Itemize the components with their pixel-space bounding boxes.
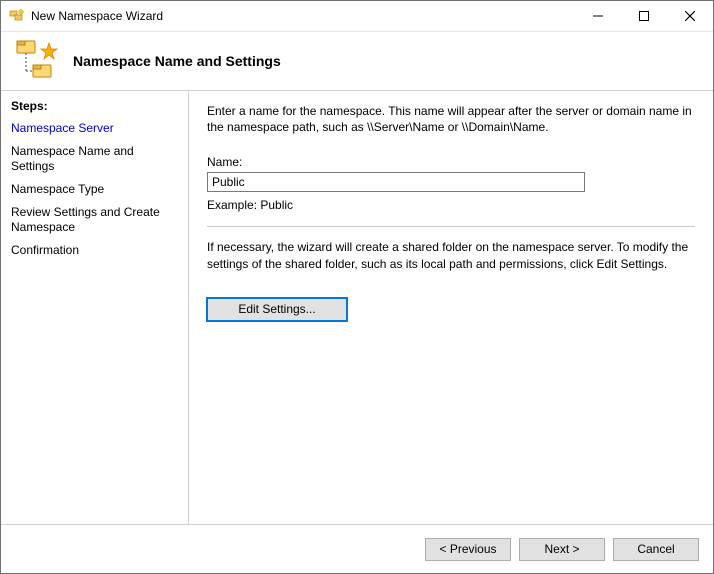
intro-text: Enter a name for the namespace. This nam… bbox=[207, 103, 695, 135]
edit-settings-button[interactable]: Edit Settings... bbox=[207, 298, 347, 321]
step-namespace-name-settings[interactable]: Namespace Name and Settings bbox=[11, 144, 178, 174]
steps-sidebar: Steps: Namespace Server Namespace Name a… bbox=[1, 91, 189, 524]
example-text: Example: Public bbox=[207, 198, 695, 212]
window-controls bbox=[575, 1, 713, 31]
step-label: Namespace Server bbox=[11, 121, 114, 135]
wizard-window: New Namespace Wizard bbox=[0, 0, 714, 574]
wizard-content: Enter a name for the namespace. This nam… bbox=[189, 91, 713, 524]
wizard-banner-icon bbox=[11, 37, 59, 85]
steps-heading: Steps: bbox=[11, 99, 178, 113]
step-label: Namespace Type bbox=[11, 182, 104, 196]
wizard-body: Steps: Namespace Server Namespace Name a… bbox=[1, 91, 713, 524]
step-confirmation[interactable]: Confirmation bbox=[11, 243, 178, 258]
banner-title: Namespace Name and Settings bbox=[73, 53, 281, 69]
wizard-footer: < Previous Next > Cancel bbox=[1, 524, 713, 573]
titlebar: New Namespace Wizard bbox=[1, 1, 713, 32]
step-label: Namespace Name and Settings bbox=[11, 144, 134, 173]
maximize-button[interactable] bbox=[621, 1, 667, 31]
step-namespace-server[interactable]: Namespace Server bbox=[11, 121, 178, 136]
step-review-create[interactable]: Review Settings and Create Namespace bbox=[11, 205, 178, 235]
close-button[interactable] bbox=[667, 1, 713, 31]
shared-folder-info: If necessary, the wizard will create a s… bbox=[207, 239, 695, 271]
cancel-button[interactable]: Cancel bbox=[613, 538, 699, 561]
previous-button[interactable]: < Previous bbox=[425, 538, 511, 561]
next-button[interactable]: Next > bbox=[519, 538, 605, 561]
step-namespace-type[interactable]: Namespace Type bbox=[11, 182, 178, 197]
step-label: Confirmation bbox=[11, 243, 79, 257]
divider bbox=[207, 226, 695, 227]
wizard-banner: Namespace Name and Settings bbox=[1, 32, 713, 91]
name-label: Name: bbox=[207, 155, 695, 169]
minimize-button[interactable] bbox=[575, 1, 621, 31]
step-label: Review Settings and Create Namespace bbox=[11, 205, 160, 234]
namespace-name-input[interactable] bbox=[207, 172, 585, 192]
app-icon bbox=[9, 8, 25, 24]
window-title: New Namespace Wizard bbox=[31, 9, 163, 23]
